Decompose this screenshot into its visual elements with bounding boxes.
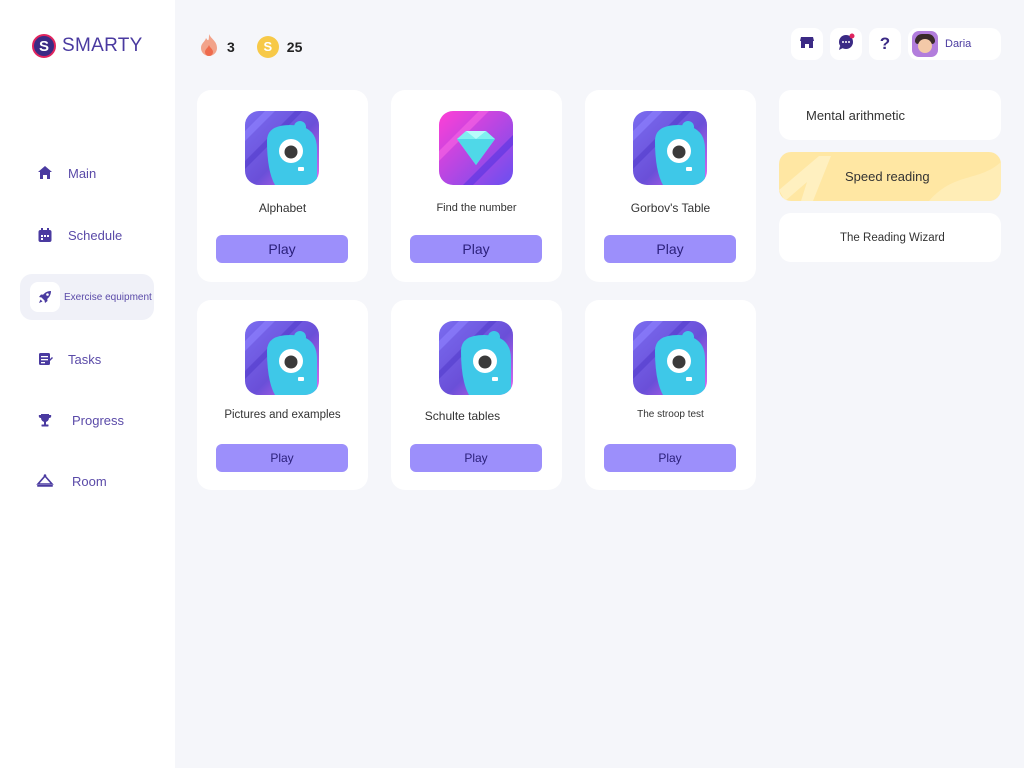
monster-icon [633, 111, 707, 185]
play-button[interactable]: Play [410, 235, 542, 263]
game-card: Schulte tables Play [391, 300, 562, 490]
chat-button[interactable] [830, 28, 862, 60]
logo[interactable]: S SMARTY [32, 34, 143, 58]
user-profile[interactable]: Daria [908, 28, 1001, 60]
room-icon [30, 466, 60, 496]
coin-stat: S 25 [256, 35, 303, 58]
game-title: Alphabet [258, 201, 307, 215]
gem-icon [439, 111, 513, 185]
chat-icon [837, 33, 855, 56]
trophy-icon [30, 405, 60, 435]
sidebar: S SMARTY Main Schedule Exercise equipmen… [0, 0, 175, 768]
sidebar-item-label: Progress [72, 412, 125, 428]
shop-button[interactable] [791, 28, 823, 60]
sidebar-item-label: Room [72, 473, 107, 489]
play-button[interactable]: Play [604, 444, 736, 472]
home-icon [30, 158, 60, 188]
game-title: Gorbov's Table [630, 201, 711, 215]
shop-icon [799, 34, 815, 55]
streak-stat: 3 [199, 33, 235, 60]
play-button[interactable]: Play [410, 444, 542, 472]
monster-icon [439, 321, 513, 395]
sidebar-item-schedule[interactable]: Schedule [20, 212, 154, 258]
logo-text: SMARTY [62, 35, 143, 56]
game-card: The stroop test Play [585, 300, 756, 490]
sidebar-item-tasks[interactable]: Tasks [20, 336, 154, 382]
monster-icon [245, 321, 319, 395]
calendar-icon [30, 220, 60, 250]
user-name: Daria [945, 38, 972, 50]
game-title: Pictures and examples [224, 409, 341, 421]
monster-icon [245, 111, 319, 185]
category-speed-reading[interactable]: Speed reading [779, 152, 1001, 201]
game-title: Schulte tables [424, 409, 501, 423]
sidebar-item-label: Exercise equipment [64, 291, 152, 303]
sidebar-item-exercise-equipment[interactable]: Exercise equipment [20, 274, 154, 320]
sidebar-item-room[interactable]: Room [20, 458, 154, 504]
help-button[interactable]: ? [869, 28, 901, 60]
game-card: Alphabet Play [197, 90, 368, 282]
sidebar-item-main[interactable]: Main [20, 150, 154, 196]
sidebar-item-label: Main [68, 165, 97, 181]
monster-icon [633, 321, 707, 395]
category-reading-wizard[interactable]: The Reading Wizard [779, 213, 1001, 262]
category-label: Mental arithmetic [806, 108, 905, 123]
stats-bar: 3 S 25 [199, 33, 314, 60]
sidebar-item-label: Schedule [68, 227, 123, 243]
game-title: Find the number [436, 202, 517, 214]
play-button[interactable]: Play [216, 235, 348, 263]
logo-mark: S [32, 34, 56, 58]
game-card: Pictures and examples Play [197, 300, 368, 490]
category-label: The Reading Wizard [840, 232, 945, 244]
category-label: Speed reading [845, 169, 930, 184]
flame-icon [199, 33, 219, 60]
rocket-icon [30, 282, 60, 312]
game-title: The stroop test [637, 409, 704, 420]
coin-icon: S [256, 35, 279, 58]
game-card: Find the number Play [391, 90, 562, 282]
category-mental-arithmetic[interactable]: Mental arithmetic [779, 90, 1001, 140]
game-card: Gorbov's Table Play [585, 90, 756, 282]
streak-count: 3 [227, 38, 235, 55]
sidebar-item-label: Tasks [68, 351, 102, 367]
play-button[interactable]: Play [604, 235, 736, 263]
avatar [912, 31, 938, 57]
play-button[interactable]: Play [216, 444, 348, 472]
coin-count: 25 [286, 38, 303, 55]
tasks-icon [30, 344, 60, 374]
help-icon: ? [879, 34, 891, 53]
sidebar-item-progress[interactable]: Progress [20, 397, 154, 443]
